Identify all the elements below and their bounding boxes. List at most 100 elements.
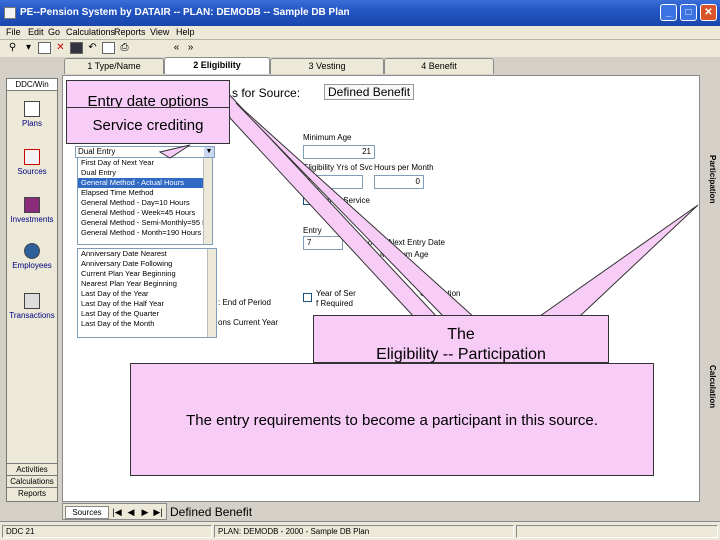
sidebar-item-label: Sources [17,167,47,176]
minimize-button[interactable]: _ [660,4,677,21]
status-left: DDC 21 [2,525,212,538]
list-item[interactable]: Elapsed Time Method [78,188,212,198]
binoculars-icon[interactable]: ⚲ [6,42,19,54]
list-item[interactable]: Nearest Plan Year Beginning [78,279,216,289]
year-of-service-checkbox[interactable] [303,196,312,205]
eligibility-callout-line2: Eligibility -- Participation [376,346,546,363]
source-value: Defined Benefit [324,84,415,100]
sidebar-reports[interactable]: Reports [7,487,57,499]
entry-field[interactable]: 7 [303,236,343,250]
current-year-label: ons Current Year [218,318,279,327]
list-item[interactable]: Last Day of the Month [78,319,216,329]
list-item[interactable]: Last Day of the Quarter [78,309,216,319]
copy-icon[interactable] [102,42,115,54]
forward-button[interactable]: » [184,42,197,54]
investments-icon [24,197,40,213]
save-icon[interactable] [70,42,83,54]
service-crediting-list: First Day of Next Year Dual Entry Genera… [77,157,213,245]
list-item[interactable]: Last Day of the Half Year [78,299,216,309]
year-of-service-label: Year of Service [316,196,370,205]
minimum-age-field[interactable]: 21 [303,145,375,159]
menu-bar: File Edit Go Calculations Reports View H… [0,26,720,40]
menu-calculations[interactable]: Calculations [66,27,115,37]
next-record-button[interactable]: ▶ [139,507,151,518]
completion-label: Completion [420,289,461,298]
years-of-service-field[interactable]: 1 [303,175,363,189]
record-navigator: Sources |◀ ◀ ▶ ▶| [62,503,167,520]
status-right [516,525,718,538]
minimum-age-check-label: Minimum Age [380,250,429,259]
minimum-age-label: Minimum Age [303,133,352,142]
source-label: s for Source: [232,86,301,100]
menu-file[interactable]: File [6,27,21,37]
menu-edit[interactable]: Edit [28,27,44,37]
window-title: PE--Pension System by DATAIR -- PLAN: DE… [20,7,350,18]
dropdown-icon[interactable]: ▾ [22,42,35,54]
plans-icon [24,101,40,117]
close-button[interactable]: ✕ [700,4,717,21]
menu-go[interactable]: Go [48,27,60,37]
delete-icon[interactable]: ✕ [54,42,67,54]
prev-record-button[interactable]: ◀ [125,507,137,518]
sidebar-item-plans[interactable]: Plans [7,101,57,128]
maximize-button[interactable]: □ [680,4,697,21]
hours-per-month-label: Hours per Month [374,163,434,172]
hours-per-month-field[interactable]: 0 [374,175,424,189]
completion-checkbox[interactable] [303,293,312,302]
tab-sources[interactable]: Sources [65,506,109,519]
tab-benefit[interactable]: 4 Benefit [384,58,494,74]
list-item[interactable]: Anniversary Date Following [78,259,216,269]
service-crediting-callout: Service crediting [66,107,230,144]
eligibility-callout-line1: The [447,326,475,343]
year-of-service-req-label: Year of Ser [316,289,356,298]
tab-vesting[interactable]: 3 Vesting [270,58,384,74]
sidebar-item-sources[interactable]: Sources [7,149,57,176]
list-item[interactable]: General Method - Month=190 Hours [78,228,212,238]
menu-reports[interactable]: Reports [114,27,146,37]
transactions-icon [24,293,40,309]
combo-value: Dual Entry [78,147,116,156]
last-record-button[interactable]: ▶| [152,507,164,518]
list-item-selected[interactable]: General Method - Actual Hours [78,178,212,188]
sidebar-item-label: Plans [21,119,42,128]
list-scrollbar[interactable] [207,249,216,337]
list-item[interactable]: Last Day of the Year [78,289,216,299]
description-callout: The entry requirements to become a parti… [130,363,654,476]
print-icon[interactable]: ⎙ [118,42,131,54]
sidebar: DDC/Win Plans Sources Investments Employ… [6,78,58,502]
list-item[interactable]: Anniversary Date Nearest [78,249,216,259]
new-icon[interactable] [38,42,51,54]
sidebar-item-label: Transactions [9,311,55,320]
list-item[interactable]: General Method - Week=45 Hours [78,208,212,218]
sidebar-item-investments[interactable]: Investments [7,197,57,224]
list-item[interactable]: General Method - Semi-Monthly=95 Hours [78,218,212,228]
required-label: f Required [316,299,353,308]
sidebar-calculations[interactable]: Calculations [7,475,57,487]
tab-participation[interactable]: Participation [705,155,717,203]
tab-calculation[interactable]: Calculation [705,365,717,408]
list-item[interactable]: First Day of Next Year [78,158,212,168]
employees-icon [24,243,40,259]
sources-icon [24,149,40,165]
tab-type-name[interactable]: 1 Type/Name [64,58,164,74]
sidebar-item-employees[interactable]: Employees [7,243,57,270]
tab-strip: 1 Type/Name 2 Eligibility 3 Vesting 4 Be… [64,57,496,74]
undo-icon[interactable]: ↶ [86,42,99,54]
list-item[interactable]: Dual Entry [78,168,212,178]
app-icon [4,7,16,19]
back-button[interactable]: « [170,42,183,54]
chevron-down-icon[interactable]: ▼ [204,147,214,157]
toolbar: ⚲ ▾ ✕ ↶ ⎙ « » [0,40,720,57]
sidebar-item-transactions[interactable]: Transactions [7,293,57,320]
menu-help[interactable]: Help [176,27,195,37]
first-record-button[interactable]: |◀ [111,507,123,518]
menu-view[interactable]: View [150,27,169,37]
sidebar-item-label: Employees [12,261,52,270]
tab-eligibility[interactable]: 2 Eligibility [164,57,270,74]
list-item[interactable]: General Method - Day=10 Hours [78,198,212,208]
sidebar-activities[interactable]: Activities [7,463,57,475]
list-item[interactable]: Current Plan Year Beginning [78,269,216,279]
years-of-service-label: Eligibility Yrs of Svc [303,163,373,172]
list-scrollbar[interactable] [203,158,212,244]
sidebar-header: DDC/Win [7,79,57,91]
